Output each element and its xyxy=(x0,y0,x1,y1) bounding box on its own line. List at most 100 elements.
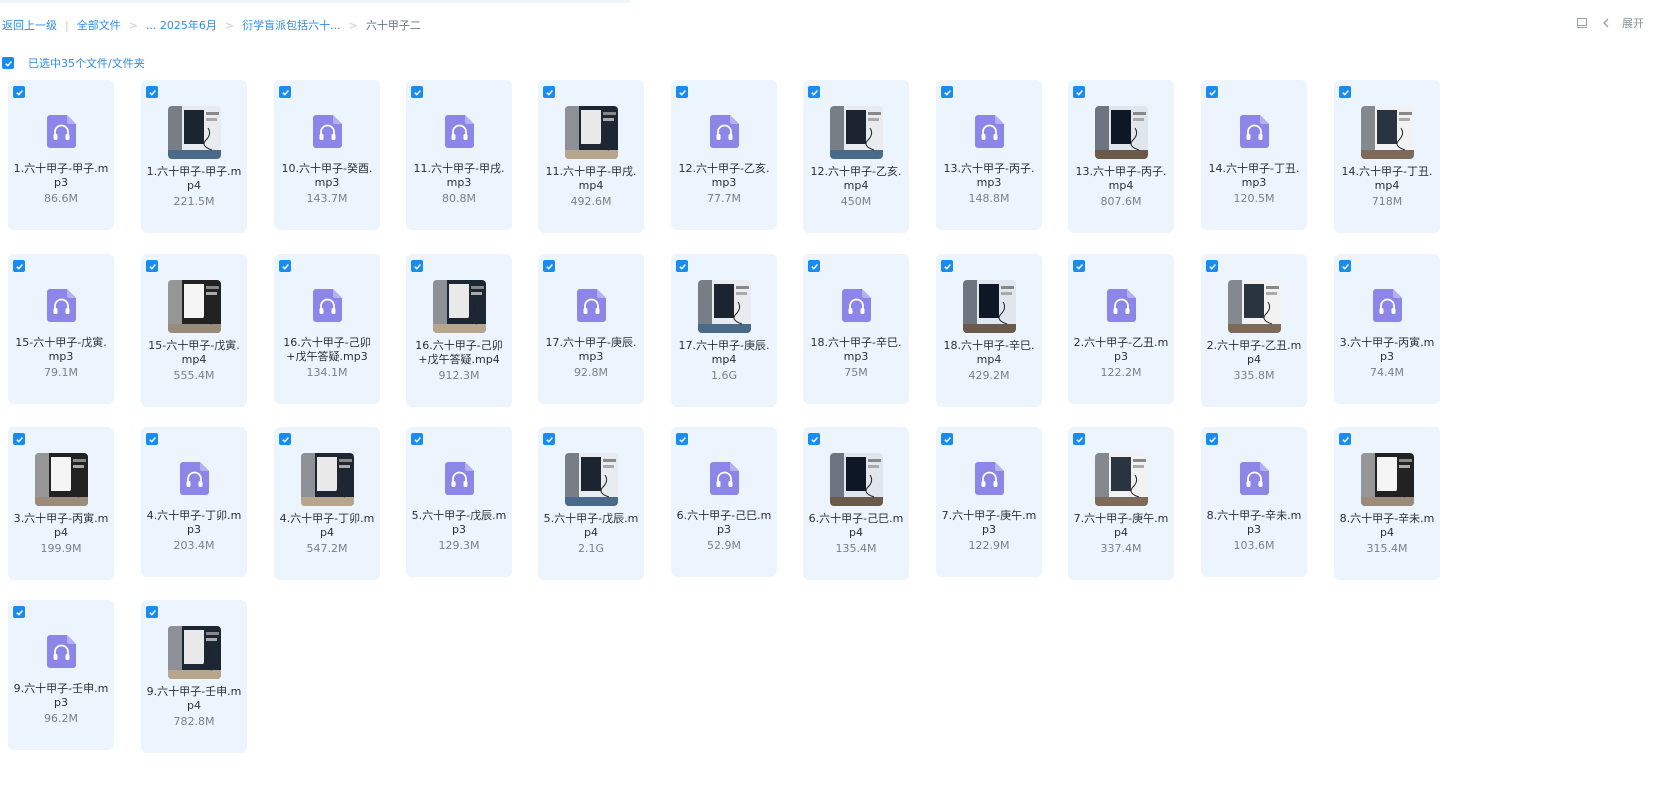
audio-file-card[interactable]: 15-六十甲子-戊寅.mp3 79.1M xyxy=(8,254,114,404)
audio-file-card[interactable]: 3.六十甲子-丙寅.mp3 74.4M xyxy=(1334,254,1440,404)
video-thumbnail xyxy=(830,453,883,506)
file-checkbox[interactable] xyxy=(1073,260,1085,272)
file-checkbox[interactable] xyxy=(146,260,158,272)
file-name: 10.六十甲子-癸酉.mp3 xyxy=(281,162,373,189)
video-file-card[interactable]: 17.六十甲子-庚辰.mp4 1.6G xyxy=(671,254,777,407)
video-file-card[interactable]: 13.六十甲子-丙子.mp4 807.6M xyxy=(1068,80,1174,233)
file-checkbox[interactable] xyxy=(13,86,25,98)
video-file-card[interactable]: 2.六十甲子-乙丑.mp4 335.8M xyxy=(1201,254,1307,407)
audio-file-card[interactable]: 16.六十甲子-己卯+戊午答疑.mp3 134.1M xyxy=(274,254,380,404)
audio-file-icon xyxy=(1373,289,1402,322)
file-checkbox[interactable] xyxy=(411,433,423,445)
expand-button[interactable]: 展开 xyxy=(1622,15,1644,31)
audio-file-card[interactable]: 9.六十甲子-壬申.mp3 96.2M xyxy=(8,600,114,750)
file-checkbox[interactable] xyxy=(146,433,158,445)
file-checkbox[interactable] xyxy=(1206,433,1218,445)
file-checkbox[interactable] xyxy=(279,86,291,98)
video-file-card[interactable]: 4.六十甲子-丁卯.mp4 547.2M xyxy=(274,427,380,580)
audio-file-card[interactable]: 4.六十甲子-丁卯.mp3 203.4M xyxy=(141,427,247,577)
audio-file-card[interactable]: 1.六十甲子-甲子.mp3 86.6M xyxy=(8,80,114,230)
file-checkbox[interactable] xyxy=(1073,86,1085,98)
video-file-card[interactable]: 6.六十甲子-己巳.mp4 135.4M xyxy=(803,427,909,580)
video-thumbnail xyxy=(168,280,221,333)
file-checkbox[interactable] xyxy=(1339,86,1351,98)
file-checkbox[interactable] xyxy=(808,86,820,98)
file-checkbox[interactable] xyxy=(543,433,555,445)
audio-file-card[interactable]: 17.六十甲子-庚辰.mp3 92.8M xyxy=(538,254,644,404)
audio-file-card[interactable]: 7.六十甲子-庚午.mp3 122.9M xyxy=(936,427,1042,577)
file-checkbox[interactable] xyxy=(941,433,953,445)
audio-file-icon xyxy=(47,635,76,668)
video-thumbnail xyxy=(963,280,1016,333)
chevron-left-icon[interactable] xyxy=(1598,15,1614,31)
file-checkbox[interactable] xyxy=(676,86,688,98)
video-file-card[interactable]: 18.六十甲子-辛巳.mp4 429.2M xyxy=(936,254,1042,407)
file-checkbox[interactable] xyxy=(676,260,688,272)
video-file-card[interactable]: 9.六十甲子-壬申.mp4 782.8M xyxy=(141,600,247,753)
file-checkbox[interactable] xyxy=(146,606,158,618)
file-checkbox[interactable] xyxy=(1206,86,1218,98)
video-file-card[interactable]: 8.六十甲子-辛未.mp4 315.4M xyxy=(1334,427,1440,580)
file-checkbox[interactable] xyxy=(13,433,25,445)
file-checkbox[interactable] xyxy=(1339,433,1351,445)
file-checkbox[interactable] xyxy=(808,260,820,272)
video-file-card[interactable]: 12.六十甲子-乙亥.mp4 450M xyxy=(803,80,909,233)
breadcrumb-month[interactable]: ... 2025年6月 xyxy=(146,17,217,33)
video-file-card[interactable]: 1.六十甲子-甲子.mp4 221.5M xyxy=(141,80,247,233)
chevron-right-icon: > xyxy=(128,18,138,32)
video-thumbnail xyxy=(565,106,618,159)
file-checkbox[interactable] xyxy=(146,86,158,98)
video-thumbnail xyxy=(1228,280,1281,333)
file-checkbox[interactable] xyxy=(808,433,820,445)
file-checkbox[interactable] xyxy=(13,260,25,272)
view-mode-icon[interactable] xyxy=(1574,15,1590,31)
audio-file-card[interactable]: 14.六十甲子-丁丑.mp3 120.5M xyxy=(1201,80,1307,230)
file-size: 221.5M xyxy=(173,195,215,208)
audio-file-card[interactable]: 18.六十甲子-辛巳.mp3 75M xyxy=(803,254,909,404)
file-checkbox[interactable] xyxy=(1206,260,1218,272)
audio-file-card[interactable]: 10.六十甲子-癸酉.mp3 143.7M xyxy=(274,80,380,230)
audio-file-card[interactable]: 13.六十甲子-丙子.mp3 148.8M xyxy=(936,80,1042,230)
toolbar-right: 展开 xyxy=(1574,15,1644,31)
file-name: 7.六十甲子-庚午.mp4 xyxy=(1073,512,1169,539)
breadcrumb: 返回上一级 | 全部文件 > ... 2025年6月 > 衍学盲派包括六十...… xyxy=(2,17,421,33)
file-checkbox[interactable] xyxy=(1073,433,1085,445)
audio-file-card[interactable]: 11.六十甲子-甲戌.mp3 80.8M xyxy=(406,80,512,230)
file-name: 12.六十甲子-乙亥.mp3 xyxy=(678,162,770,189)
audio-file-card[interactable]: 6.六十甲子-己巳.mp3 52.9M xyxy=(671,427,777,577)
breadcrumb-all-files[interactable]: 全部文件 xyxy=(77,17,121,33)
video-thumbnail xyxy=(1095,453,1148,506)
video-file-card[interactable]: 14.六十甲子-丁丑.mp4 718M xyxy=(1334,80,1440,233)
video-file-card[interactable]: 11.六十甲子-甲戌.mp4 492.6M xyxy=(538,80,644,233)
file-checkbox[interactable] xyxy=(941,86,953,98)
file-name: 6.六十甲子-己巳.mp4 xyxy=(808,512,904,539)
audio-file-card[interactable]: 5.六十甲子-戊辰.mp3 129.3M xyxy=(406,427,512,577)
file-checkbox[interactable] xyxy=(13,606,25,618)
video-thumbnail xyxy=(301,453,354,506)
file-checkbox[interactable] xyxy=(411,86,423,98)
file-name: 4.六十甲子-丁卯.mp3 xyxy=(146,509,242,536)
file-size: 335.8M xyxy=(1233,369,1275,382)
file-checkbox[interactable] xyxy=(411,260,423,272)
video-file-card[interactable]: 5.六十甲子-戊辰.mp4 2.1G xyxy=(538,427,644,580)
video-file-card[interactable]: 15-六十甲子-戊寅.mp4 555.4M xyxy=(141,254,247,407)
file-checkbox[interactable] xyxy=(279,260,291,272)
file-checkbox[interactable] xyxy=(543,86,555,98)
audio-file-card[interactable]: 2.六十甲子-乙丑.mp3 122.2M xyxy=(1068,254,1174,404)
audio-file-card[interactable]: 8.六十甲子-辛未.mp3 103.6M xyxy=(1201,427,1307,577)
file-checkbox[interactable] xyxy=(279,433,291,445)
video-file-card[interactable]: 3.六十甲子-丙寅.mp4 199.9M xyxy=(8,427,114,580)
file-checkbox[interactable] xyxy=(676,433,688,445)
file-size: 718M xyxy=(1371,195,1403,208)
chevron-right-icon: > xyxy=(348,18,358,32)
back-link[interactable]: 返回上一级 xyxy=(2,17,57,33)
select-all-checkbox[interactable] xyxy=(2,57,14,69)
video-file-card[interactable]: 7.六十甲子-庚午.mp4 337.4M xyxy=(1068,427,1174,580)
file-checkbox[interactable] xyxy=(941,260,953,272)
breadcrumb-parent-folder[interactable]: 衍学盲派包括六十... xyxy=(242,17,341,33)
video-file-card[interactable]: 16.六十甲子-己卯+戊午答疑.mp4 912.3M xyxy=(406,254,512,407)
audio-file-card[interactable]: 12.六十甲子-乙亥.mp3 77.7M xyxy=(671,80,777,230)
file-size: 92.8M xyxy=(574,366,608,379)
file-checkbox[interactable] xyxy=(1339,260,1351,272)
file-checkbox[interactable] xyxy=(543,260,555,272)
